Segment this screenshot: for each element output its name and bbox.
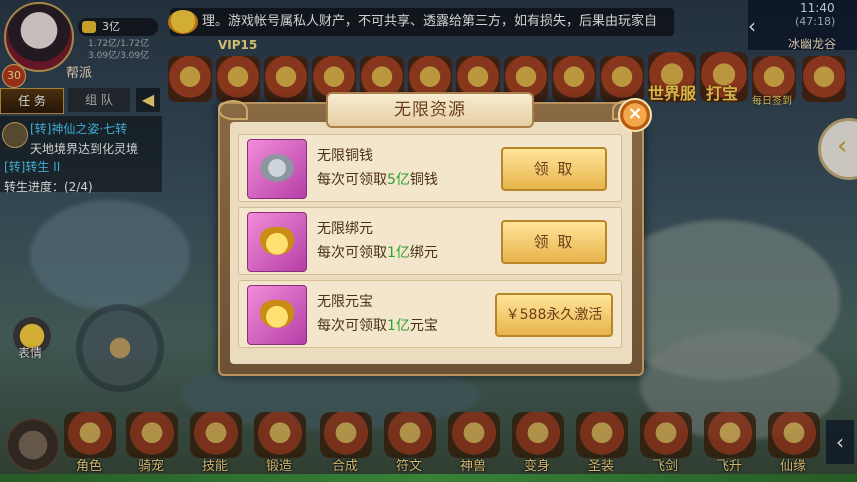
close-button[interactable]: × xyxy=(618,98,652,132)
resource-row-gold: 无限元宝 每次可领取1亿元宝 ￥588永久激活 xyxy=(238,280,622,348)
resource-desc: 每次可领取1亿元宝 xyxy=(317,315,438,335)
silver-coins-icon xyxy=(247,139,307,199)
desc-amount: 1亿 xyxy=(387,318,410,334)
dialog-title: 无限资源 xyxy=(394,100,466,120)
claim-bound-gold-button[interactable]: 领 取 xyxy=(501,220,607,264)
activate-gold-button[interactable]: ￥588永久激活 xyxy=(495,293,613,337)
gold-ingot-icon xyxy=(247,285,307,345)
desc-suffix: 铜钱 xyxy=(409,172,438,188)
desc-prefix: 每次可领取 xyxy=(317,245,387,261)
resource-row-bound-gold: 无限绑元 每次可领取1亿绑元 领 取 xyxy=(238,207,622,275)
dialog-title-plate: 无限资源 xyxy=(326,92,534,128)
resource-desc: 每次可领取5亿铜钱 xyxy=(317,169,438,189)
desc-suffix: 绑元 xyxy=(409,245,438,261)
resource-name: 无限铜钱 xyxy=(317,148,373,164)
title-ornament-left xyxy=(218,100,248,120)
ingot-graphic xyxy=(260,300,294,328)
resource-row-copper: 无限铜钱 每次可领取5亿铜钱 领 取 xyxy=(238,134,622,202)
desc-amount: 5亿 xyxy=(387,172,410,188)
desc-prefix: 每次可领取 xyxy=(317,318,387,334)
desc-amount: 1亿 xyxy=(387,245,410,261)
desc-prefix: 每次可领取 xyxy=(317,172,387,188)
ingot-graphic xyxy=(260,227,294,255)
resource-name: 无限元宝 xyxy=(317,294,373,310)
bound-gold-ingot-icon xyxy=(247,212,307,272)
resource-name: 无限绑元 xyxy=(317,221,373,237)
desc-suffix: 元宝 xyxy=(409,318,438,334)
resource-desc: 每次可领取1亿绑元 xyxy=(317,242,438,262)
coin-graphic xyxy=(260,154,294,182)
claim-copper-button[interactable]: 领 取 xyxy=(501,147,607,191)
